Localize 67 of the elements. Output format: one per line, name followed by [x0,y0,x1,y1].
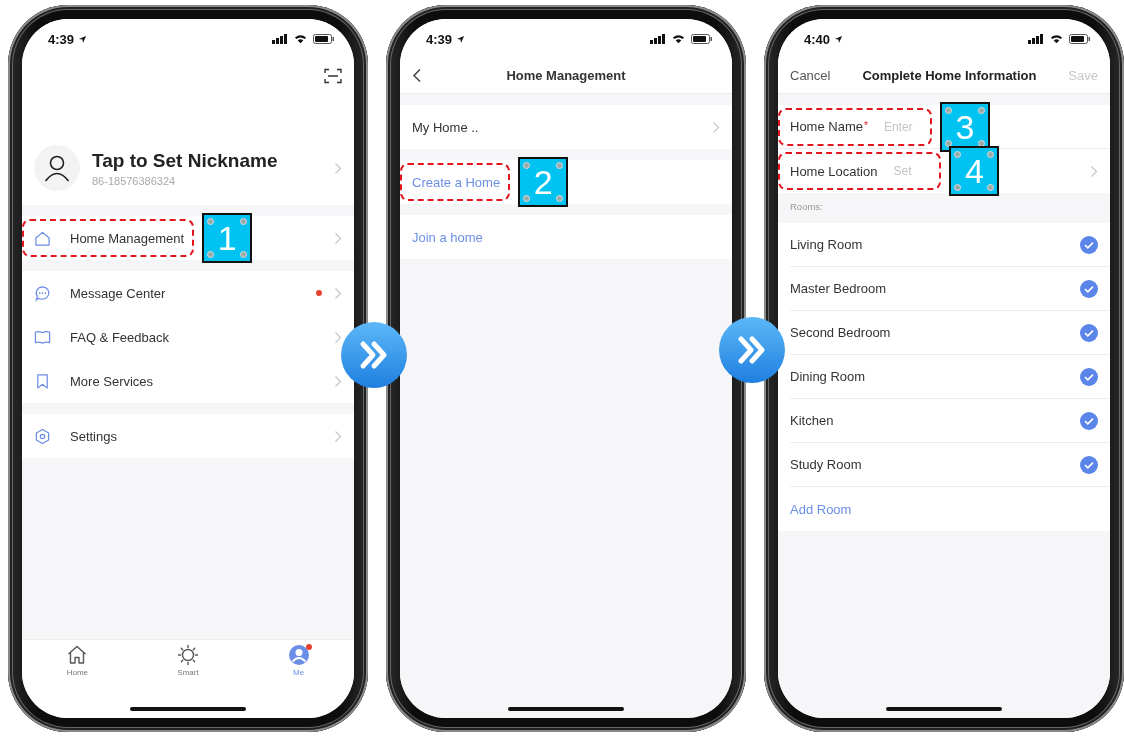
signal-icon [1028,34,1044,44]
avatar[interactable] [34,145,80,191]
tab[interactable]: Home [46,644,109,694]
room-name[interactable]: Kitchen [790,413,834,428]
checkbox[interactable] [1080,279,1098,298]
section-header: Rooms: [789,200,824,214]
input-field[interactable]: Set [893,164,932,178]
location-arrow-icon [456,34,466,44]
checkbox[interactable] [1080,367,1098,386]
room-name[interactable]: Second Bedroom [790,325,891,340]
page-title: Home Management [505,67,627,83]
step-marker: 3 [939,101,990,152]
field-label: Home Name [790,119,863,134]
menu-label[interactable]: Settings [70,428,117,444]
settings-icon [34,427,51,445]
room-name[interactable]: Study Room [790,457,862,472]
tab[interactable]: Smart [157,644,219,694]
wifi-icon [294,34,307,44]
chevron-icon [334,374,342,388]
sun-icon [177,644,199,666]
menu-label[interactable]: Home Management [70,230,185,246]
chat-bubble-icon [34,284,51,302]
checkbox[interactable] [1080,235,1098,254]
back-icon[interactable] [412,67,422,83]
checkbox[interactable] [1080,323,1098,342]
book-icon [34,328,51,346]
step-marker: 4 [949,146,1000,196]
room-name[interactable]: Dining Room [790,369,866,384]
room-name[interactable]: Living Room [790,237,863,252]
menu-label[interactable]: FAQ & Feedback [70,329,169,345]
wifi-icon [672,34,685,44]
house-icon [66,644,89,666]
chevron-icon [334,429,342,443]
location-arrow-icon [834,34,844,44]
signal-icon [650,34,666,44]
room-name[interactable]: Master Bedroom [790,281,887,296]
house-icon [34,229,51,247]
phone-number: 86-18576386324 [92,174,177,187]
status-time: 4:39 [426,31,453,47]
menu-label[interactable]: More Services [70,373,154,389]
page-title: Complete Home Information [862,67,1037,83]
menu-label[interactable]: Message Center [70,285,166,301]
list-label[interactable]: My Home .. [412,119,479,135]
status-time: 4:40 [804,31,831,47]
required-mark: * [863,119,868,131]
location-arrow-icon [78,34,88,44]
battery-icon [313,34,334,44]
chevron-icon [334,161,342,175]
bookmark-icon [34,372,51,390]
person-icon [287,644,310,666]
chevron-icon [334,330,342,344]
checkbox[interactable] [1080,455,1098,474]
checkbox[interactable] [1080,411,1098,430]
battery-icon [691,34,712,44]
signal-icon [272,34,288,44]
input-field[interactable]: Enter [883,119,922,134]
step-marker: 2 [518,157,569,207]
scan-icon[interactable] [324,68,342,84]
step-marker: 1 [202,213,253,263]
nickname[interactable]: Tap to Set Nickname [92,149,278,172]
battery-icon [1069,34,1090,44]
wifi-icon [1050,34,1063,44]
chevron-icon [334,231,342,245]
status-time: 4:39 [48,31,75,47]
field-label: Home Location [790,163,878,179]
chevron-icon [334,286,342,300]
cancel-button[interactable]: Cancel [790,67,831,83]
